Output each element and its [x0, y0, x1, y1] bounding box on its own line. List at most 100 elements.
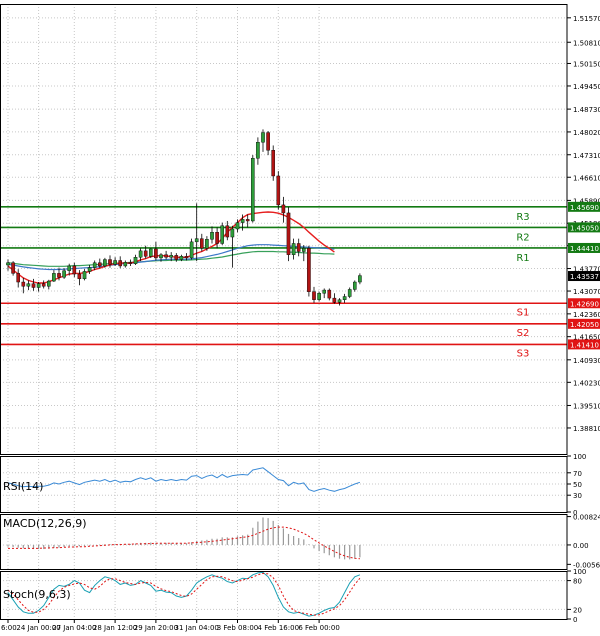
candle	[317, 291, 321, 302]
candle	[36, 282, 41, 292]
candle-body	[77, 273, 82, 280]
candle-body	[189, 241, 194, 259]
candle-body	[353, 281, 357, 290]
panel-frame	[0, 571, 568, 620]
candle	[342, 293, 347, 303]
candle-body	[103, 259, 107, 267]
pivot-label-s1: S1	[517, 307, 530, 318]
candle-body	[92, 262, 97, 268]
candle	[103, 257, 107, 268]
candle-body	[302, 248, 306, 252]
macd-ytick-label: 0.008248	[573, 514, 600, 522]
candle-body	[21, 281, 26, 287]
xtick-label: 4 Feb 16:00	[258, 624, 299, 632]
candle-body	[358, 275, 362, 283]
price-ytick-label: 1.48730	[573, 106, 600, 114]
pivot-price-s1: 1.42690	[570, 300, 599, 308]
price-ytick-label: 1.48020	[573, 129, 600, 137]
pivot-label-r1: R1	[516, 253, 529, 264]
xtick-label: 31 Jan 04:00	[175, 624, 219, 632]
candle-body	[215, 232, 219, 244]
candle-body	[312, 291, 316, 300]
candle-body	[138, 250, 143, 258]
candle-body	[133, 257, 138, 264]
candle	[322, 288, 327, 299]
forex-chart: R3 R2 R1 S1 S2 S3 1.51570 1.50810 1.50150 1.4945…	[0, 0, 600, 632]
pivot-price-s2: 1.42050	[570, 321, 599, 329]
candle-body	[332, 297, 337, 303]
candle	[296, 238, 301, 257]
candle-body	[347, 289, 352, 297]
candle-body	[322, 289, 327, 294]
candle	[128, 259, 133, 266]
stoch-ytick-label: 0	[573, 616, 577, 624]
price-ytick-label: 1.42360	[573, 311, 600, 319]
price-ytick-label: 1.51570	[573, 15, 600, 23]
candle-body	[286, 212, 291, 255]
candle	[148, 248, 153, 258]
candle	[327, 288, 332, 301]
candle	[72, 262, 77, 278]
candle-body	[261, 132, 265, 143]
candle	[31, 278, 36, 291]
candle	[82, 269, 87, 281]
candle-body	[281, 204, 286, 214]
candle	[276, 171, 281, 210]
rsi-ytick-label: 30	[573, 492, 582, 500]
pivot-label-r3: R3	[516, 212, 529, 223]
candle	[271, 145, 276, 181]
candle-body	[194, 238, 199, 243]
candle	[154, 241, 158, 261]
candle	[230, 225, 235, 268]
candle-body	[174, 255, 179, 260]
candle-body	[164, 254, 168, 258]
candle-body	[31, 283, 36, 288]
candle-body	[250, 158, 255, 222]
candle-body	[57, 273, 61, 278]
candle-body	[235, 222, 240, 230]
candle	[77, 270, 82, 286]
candle	[286, 207, 291, 262]
candle-body	[307, 248, 311, 292]
candle-body	[118, 260, 122, 267]
candle-body	[62, 270, 66, 278]
candle	[358, 273, 362, 285]
candle	[26, 280, 31, 291]
candle-body	[291, 243, 296, 255]
stoch-ytick-label: 100	[573, 568, 586, 576]
price-ytick-label: 1.49450	[573, 83, 600, 91]
candle-body	[82, 271, 87, 280]
price-ytick-label: 1.38810	[573, 425, 600, 433]
pivot-price-s3: 1.41410	[570, 341, 599, 349]
candle-body	[271, 150, 276, 177]
candle-body	[87, 267, 92, 272]
candle-body	[296, 243, 301, 252]
candle-body	[113, 260, 117, 265]
rsi-ytick-label: 70	[573, 470, 582, 478]
candle	[16, 269, 21, 288]
candle	[199, 233, 204, 252]
xtick-label: 28 Jan 12:00	[93, 624, 137, 632]
candle-body	[36, 283, 41, 288]
candle	[210, 226, 214, 244]
pivot-label-r2: R2	[516, 232, 529, 243]
pivot-label-s2: S2	[517, 328, 530, 339]
candle-body	[169, 255, 174, 258]
stoch-ytick-label: 80	[573, 578, 582, 586]
candle-body	[148, 248, 153, 257]
price-ytick-label: 1.46610	[573, 174, 600, 182]
candle	[133, 254, 138, 265]
candle	[256, 137, 260, 165]
candle	[312, 286, 316, 303]
candle	[47, 279, 51, 290]
candle	[261, 129, 265, 152]
candle-body	[266, 132, 270, 151]
candle-body	[179, 256, 184, 260]
panel-frame	[0, 4, 568, 455]
current-price-label: 1.43537	[570, 273, 599, 281]
candle	[307, 245, 311, 297]
candle-body	[240, 219, 245, 223]
candle-body	[342, 296, 347, 300]
candle-body	[11, 262, 15, 274]
candle-body	[108, 259, 112, 265]
